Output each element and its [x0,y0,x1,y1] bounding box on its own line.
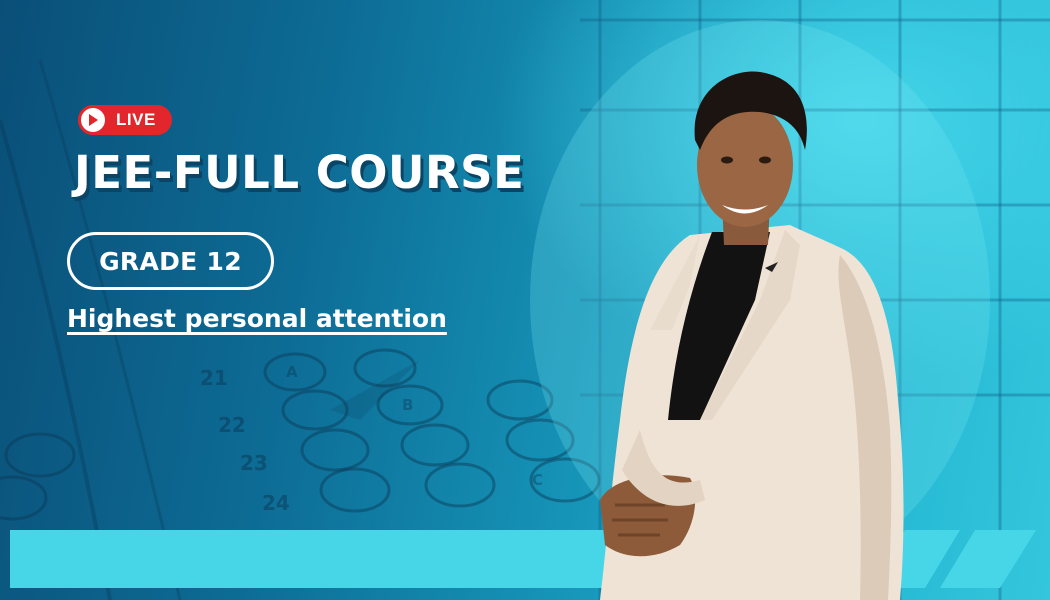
course-banner: 21 22 23 24 A B C LIVE JEE-FULL COURSE G… [0,0,1050,600]
presenter-photo [530,20,990,600]
